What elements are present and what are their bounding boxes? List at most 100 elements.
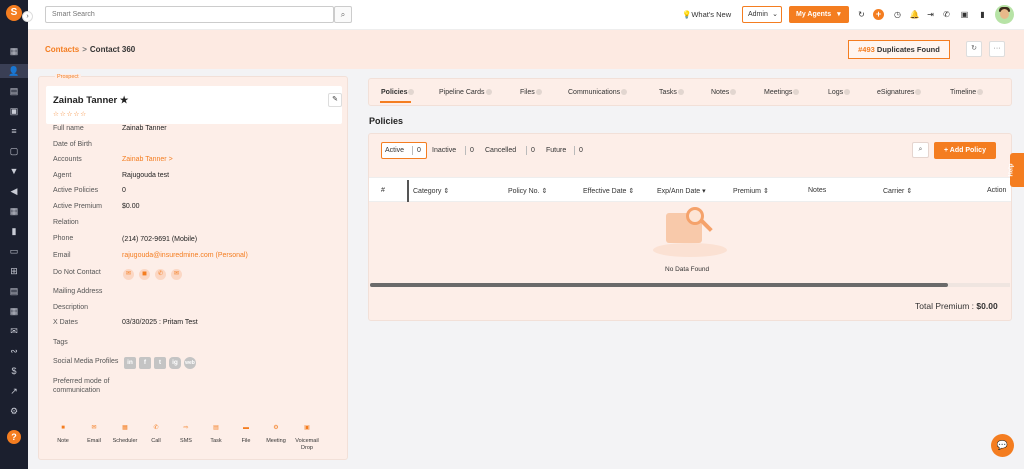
- tab-communications[interactable]: Communications: [568, 89, 628, 96]
- note-action-button[interactable]: ■ Note: [49, 424, 77, 445]
- megaphone-icon[interactable]: ◀: [6, 184, 22, 198]
- column-header-carrier[interactable]: Carrier ⇕: [883, 187, 912, 195]
- tab-pipeline-cards[interactable]: Pipeline Cards: [439, 89, 492, 96]
- account-link[interactable]: Zainab Tanner >: [122, 156, 173, 163]
- email-link[interactable]: rajugouda@insuredmine.com (Personal): [122, 252, 248, 259]
- filter-inactive[interactable]: Inactive: [432, 142, 456, 159]
- call-action-button[interactable]: ✆ Call: [142, 424, 170, 445]
- mail-icon[interactable]: ✉: [6, 324, 22, 338]
- column-header-effective-date[interactable]: Effective Date ⇕: [583, 187, 634, 195]
- page-header: Contacts > Contact 360 #493 Duplicates Fou…: [28, 30, 1024, 69]
- sms-action-button[interactable]: ⇨ SMS: [172, 424, 200, 445]
- star-icon[interactable]: ★: [120, 95, 129, 106]
- email-action-button[interactable]: ✉ Email: [80, 424, 108, 445]
- phone-icon[interactable]: ✆: [941, 9, 952, 20]
- chip-icon[interactable]: ▣: [959, 9, 970, 20]
- tab-timeline[interactable]: Timeline: [950, 89, 984, 96]
- email-toggle-icon[interactable]: ✉: [123, 269, 134, 280]
- analytics-icon[interactable]: ↗: [6, 384, 22, 398]
- scheduler-action-button[interactable]: ▦ Scheduler: [111, 424, 139, 445]
- whats-new-link[interactable]: 💡What's New: [682, 10, 731, 19]
- action-label: Meeting: [266, 438, 286, 444]
- linkedin-icon[interactable]: in: [124, 357, 136, 369]
- filter-icon[interactable]: ▼: [6, 164, 22, 178]
- my-agents-button[interactable]: My Agents ▾: [789, 6, 849, 23]
- logout-icon[interactable]: ⇥: [925, 9, 936, 20]
- search-icon[interactable]: ⌕: [912, 142, 929, 158]
- dollar-icon[interactable]: $: [6, 364, 22, 378]
- column-header-notes: Notes: [808, 187, 827, 194]
- message-toggle-icon[interactable]: ◼: [139, 269, 150, 280]
- tab-files[interactable]: Files: [520, 89, 542, 96]
- add-policy-button[interactable]: + Add Policy: [934, 142, 996, 159]
- instagram-icon[interactable]: ig: [169, 357, 181, 369]
- schedule-icon[interactable]: ▦: [6, 304, 22, 318]
- column-header-exp-date[interactable]: Exp/Ann Date ▾: [657, 187, 706, 195]
- file-action-button[interactable]: ▬ File: [232, 424, 260, 445]
- book-icon[interactable]: ▤: [6, 284, 22, 298]
- tab-tasks[interactable]: Tasks: [659, 89, 684, 96]
- action-label: Voicemail Drop: [295, 438, 319, 451]
- filter-active[interactable]: Active: [385, 142, 404, 159]
- filter-cancelled[interactable]: Cancelled: [485, 142, 516, 159]
- tab-esignatures[interactable]: eSignatures: [877, 89, 922, 96]
- task-action-button[interactable]: ▤ Task: [202, 424, 230, 445]
- help-side-tab[interactable]: Help: [1009, 153, 1024, 187]
- bell-icon[interactable]: 🔔: [909, 9, 920, 20]
- contacts-icon[interactable]: 👤: [0, 64, 28, 78]
- voicemail-drop-action-button[interactable]: ▣ Voicemail Drop: [293, 424, 321, 452]
- edit-pencil-icon[interactable]: ✎: [328, 93, 342, 107]
- profile-card-icon[interactable]: ▢: [6, 144, 22, 158]
- calendar-icon[interactable]: ▦: [6, 204, 22, 218]
- breadcrumb-contacts-link[interactable]: Contacts: [45, 45, 79, 54]
- scrollbar-thumb[interactable]: [370, 283, 948, 287]
- field-label: Preferred mode of communication: [53, 378, 110, 394]
- phone-toggle-icon[interactable]: ✆: [155, 269, 166, 280]
- tab-count-badge: [408, 89, 415, 96]
- column-resize-handle[interactable]: [407, 180, 409, 202]
- reports-icon[interactable]: ▮: [6, 224, 22, 238]
- dashboard-icon[interactable]: ▦: [6, 44, 22, 58]
- duplicates-found-button[interactable]: #493 Duplicates Found: [848, 40, 950, 59]
- horizontal-scrollbar[interactable]: [370, 283, 1010, 287]
- clock-icon[interactable]: ◷: [892, 9, 903, 20]
- organization-icon[interactable]: ⊞: [6, 264, 22, 278]
- trash-icon[interactable]: ▮: [977, 9, 988, 20]
- role-select[interactable]: Admin ⌄: [742, 6, 782, 23]
- sidebar-toggle-icon[interactable]: ›: [22, 11, 33, 22]
- facebook-icon[interactable]: f: [139, 357, 151, 369]
- refresh-icon[interactable]: ↻: [856, 9, 867, 20]
- tab-count-badge: [621, 89, 628, 96]
- add-circle-icon[interactable]: +: [873, 9, 884, 20]
- tab-notes[interactable]: Notes: [711, 89, 737, 96]
- refresh-button[interactable]: ↻: [966, 41, 982, 57]
- mail-toggle-icon[interactable]: ✉: [171, 269, 182, 280]
- twitter-icon[interactable]: t: [154, 357, 166, 369]
- user-avatar[interactable]: [995, 5, 1014, 24]
- rating-stars[interactable]: ☆☆☆☆☆: [53, 110, 87, 118]
- website-icon[interactable]: web: [184, 357, 196, 369]
- filter-future[interactable]: Future: [546, 142, 566, 159]
- documents-icon[interactable]: ▤: [6, 84, 22, 98]
- phone-value[interactable]: (214) 702-9691 (Mobile): [122, 236, 197, 243]
- help-circle-icon[interactable]: ?: [7, 430, 21, 444]
- settings-icon[interactable]: ⚙: [6, 404, 22, 418]
- handshake-icon[interactable]: ∾: [6, 344, 22, 358]
- column-header-policy-no[interactable]: Policy No. ⇕: [508, 187, 547, 195]
- tab-meetings[interactable]: Meetings: [764, 89, 800, 96]
- tab-count-badge: [844, 89, 851, 96]
- tab-logs[interactable]: Logs: [828, 89, 851, 96]
- files-icon[interactable]: ▣: [6, 104, 22, 118]
- column-header-premium[interactable]: Premium ⇕: [733, 187, 769, 195]
- folder-icon[interactable]: ▭: [6, 244, 22, 258]
- total-premium-value: $0.00: [976, 301, 998, 311]
- tab-policies[interactable]: Policies: [381, 89, 415, 96]
- list-icon[interactable]: ≡: [6, 124, 22, 138]
- smart-search-input[interactable]: [45, 6, 334, 23]
- more-options-button[interactable]: ···: [989, 41, 1005, 57]
- logo-icon[interactable]: S: [6, 5, 22, 21]
- search-icon[interactable]: ⌕: [334, 6, 352, 23]
- column-header-category[interactable]: Category ⇕: [413, 187, 449, 195]
- chat-icon[interactable]: 💬: [991, 434, 1014, 457]
- meeting-action-button[interactable]: ⚙ Meeting: [262, 424, 290, 445]
